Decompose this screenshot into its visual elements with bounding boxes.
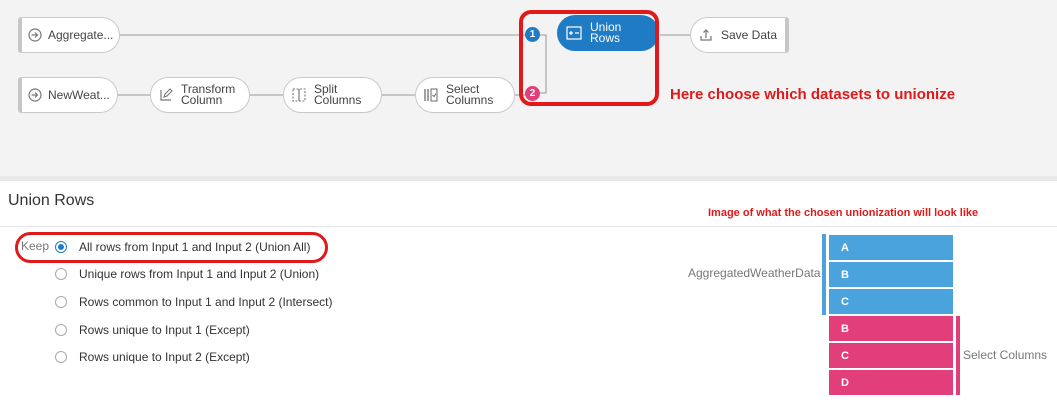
input1-bracket <box>822 234 826 315</box>
union-highlight-box <box>519 10 659 106</box>
select-columns-node-label: Select Columns <box>446 82 494 107</box>
option-label: Rows unique to Input 2 (Except) <box>79 350 250 364</box>
radio-unselected[interactable] <box>55 268 67 280</box>
option-intersect[interactable]: Rows common to Input 1 and Input 2 (Inte… <box>55 295 332 309</box>
preview-row: D <box>829 370 953 395</box>
option-label: Unique rows from Input 1 and Input 2 (Un… <box>79 267 320 281</box>
panel-divider[interactable] <box>0 176 1057 181</box>
edit-column-icon <box>151 88 181 102</box>
aggregate-node[interactable]: Aggregate... <box>18 17 120 53</box>
split-columns-icon <box>284 88 314 102</box>
dataset-source-icon <box>22 88 48 102</box>
split-columns-node[interactable]: Split Columns <box>283 77 382 113</box>
select-columns-icon <box>416 88 446 102</box>
newweather-node[interactable]: NewWeat... <box>18 77 118 113</box>
option-label: Rows common to Input 1 and Input 2 (Inte… <box>79 295 333 309</box>
keep-highlight-box <box>15 232 328 263</box>
transform-column-node-label: Transform Column <box>181 82 236 107</box>
save-data-node-label: Save Data <box>721 27 778 42</box>
split-columns-node-label: Split Columns <box>314 82 362 107</box>
input2-bracket <box>956 316 960 395</box>
option-union[interactable]: Unique rows from Input 1 and Input 2 (Un… <box>55 267 319 281</box>
preview-row: B <box>829 262 953 287</box>
newweather-node-label: NewWeat... <box>48 87 110 102</box>
dataset-source-icon <box>22 28 48 42</box>
radio-unselected[interactable] <box>55 324 67 336</box>
union-annotation: Here choose which datasets to unionize <box>670 86 956 103</box>
preview-row: A <box>829 235 953 260</box>
input2-label: Select Columns <box>963 348 1048 362</box>
input1-label: AggregatedWeatherData <box>688 266 821 280</box>
save-data-icon <box>691 28 721 42</box>
option-except-input2[interactable]: Rows unique to Input 2 (Except) <box>55 350 250 364</box>
radio-unselected[interactable] <box>55 351 67 363</box>
preview-row: C <box>829 289 953 314</box>
panel-title: Union Rows <box>8 192 95 209</box>
transform-column-node[interactable]: Transform Column <box>150 77 250 113</box>
panel-separator <box>0 226 1057 227</box>
select-columns-node[interactable]: Select Columns <box>415 77 515 113</box>
preview-caption: Image of what the chosen unionization wi… <box>708 207 979 219</box>
option-except-input1[interactable]: Rows unique to Input 1 (Except) <box>55 323 250 337</box>
option-label: Rows unique to Input 1 (Except) <box>79 323 250 337</box>
preview-row: C <box>829 343 953 368</box>
preview-row: B <box>829 316 953 341</box>
radio-unselected[interactable] <box>55 296 67 308</box>
aggregate-node-label: Aggregate... <box>48 27 114 42</box>
save-data-node[interactable]: Save Data <box>690 17 789 53</box>
